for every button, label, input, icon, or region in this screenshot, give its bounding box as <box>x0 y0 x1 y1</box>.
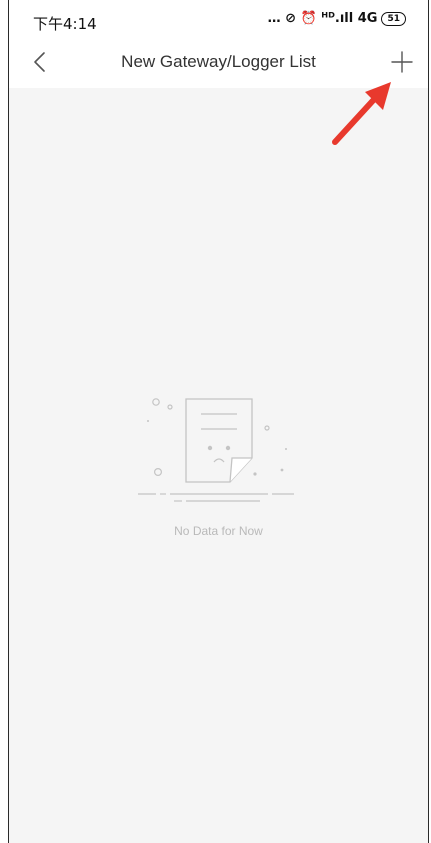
status-indicators: … ⊘ ⏰ ᴴᴰ.ıll 4G 51 <box>268 11 406 26</box>
plus-icon <box>391 51 413 73</box>
signal-indicators: … ⊘ ⏰ ᴴᴰ.ıll 4G <box>267 11 378 26</box>
status-time: 下午4:14 <box>33 15 97 33</box>
sad-document-icon <box>137 398 294 502</box>
page-title: New Gateway/Logger List <box>121 52 316 71</box>
red-arrow-annotation <box>332 82 391 145</box>
empty-state: No Data for Now <box>9 390 428 538</box>
status-bar: 下午4:14 … ⊘ ⏰ ᴴᴰ.ıll 4G 51 <box>9 0 428 38</box>
battery-icon: 51 <box>381 11 406 26</box>
battery-level: 51 <box>387 13 400 24</box>
app-screen: 下午4:14 … ⊘ ⏰ ᴴᴰ.ıll 4G 51 New Gateway/Lo… <box>8 0 429 843</box>
add-button[interactable] <box>388 48 416 76</box>
empty-state-message: No Data for Now <box>174 524 263 538</box>
